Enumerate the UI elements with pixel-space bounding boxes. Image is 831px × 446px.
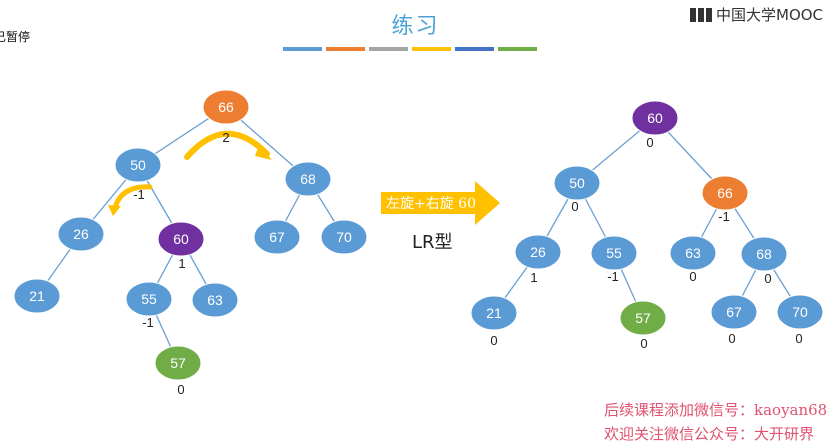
left-node-label-63: 63	[207, 292, 223, 308]
right-node-label-21: 21	[486, 305, 502, 321]
right-balance-63: 0	[689, 269, 696, 284]
right-node-label-55: 55	[606, 245, 622, 261]
right-balance-26: 1	[530, 270, 537, 285]
left-balance-57: 0	[177, 382, 184, 397]
right-node-label-66: 66	[717, 185, 733, 201]
lr-type-label: LR型	[412, 232, 453, 253]
left-node-label-68: 68	[300, 171, 316, 187]
right-node-label-70: 70	[792, 304, 808, 320]
right-node-label-60: 60	[647, 110, 663, 126]
right-balance-60: 0	[646, 135, 653, 150]
right-node-label-67: 67	[726, 304, 742, 320]
left-node-label-66: 66	[218, 99, 234, 115]
avl-rotation-diagram: 66 50 68 26 60 1 67 70 21 55 -1 63 57 0 60 0 50 0 66 -1 26 1 5…	[13, 89, 824, 397]
rotation-label-inner: -1	[133, 187, 145, 202]
left-balance-55: -1	[142, 315, 154, 330]
left-node-label-50: 50	[130, 157, 146, 173]
transition-arrow-label: 左旋+右旋 60	[386, 196, 476, 212]
left-node-label-55: 55	[141, 291, 157, 307]
rotation-arrowhead-left	[108, 205, 121, 216]
left-node-label-57: 57	[170, 355, 186, 371]
left-node-label-67: 67	[269, 229, 285, 245]
left-node-label-60: 60	[173, 231, 189, 247]
right-balance-68: 0	[764, 271, 771, 286]
right-balance-57: 0	[640, 336, 647, 351]
right-node-label-50: 50	[569, 175, 585, 191]
right-node-label-68: 68	[756, 246, 772, 262]
left-node-label-21: 21	[29, 288, 45, 304]
left-node-label-70: 70	[336, 229, 352, 245]
right-balance-67: 0	[728, 331, 735, 346]
right-node-label-26: 26	[530, 244, 546, 260]
right-balance-70: 0	[795, 331, 802, 346]
right-node-label-63: 63	[685, 245, 701, 261]
right-balance-21: 0	[490, 333, 497, 348]
left-node-label-26: 26	[73, 226, 89, 242]
footer-watermark: 后续课程添加微信号：kaoyan68 欢迎关注微信公众号：大开研界	[604, 398, 827, 446]
right-balance-66: -1	[718, 209, 730, 224]
footer-line-wechat: 后续课程添加微信号：kaoyan68	[604, 401, 828, 419]
right-node-label-57: 57	[635, 310, 651, 326]
footer-line-official-account: 欢迎关注微信公众号：大开研界	[604, 425, 815, 443]
right-balance-50: 0	[571, 199, 578, 214]
right-balance-55: -1	[607, 269, 619, 284]
rotation-label-top: 2	[222, 130, 229, 145]
left-balance-60: 1	[178, 256, 185, 271]
